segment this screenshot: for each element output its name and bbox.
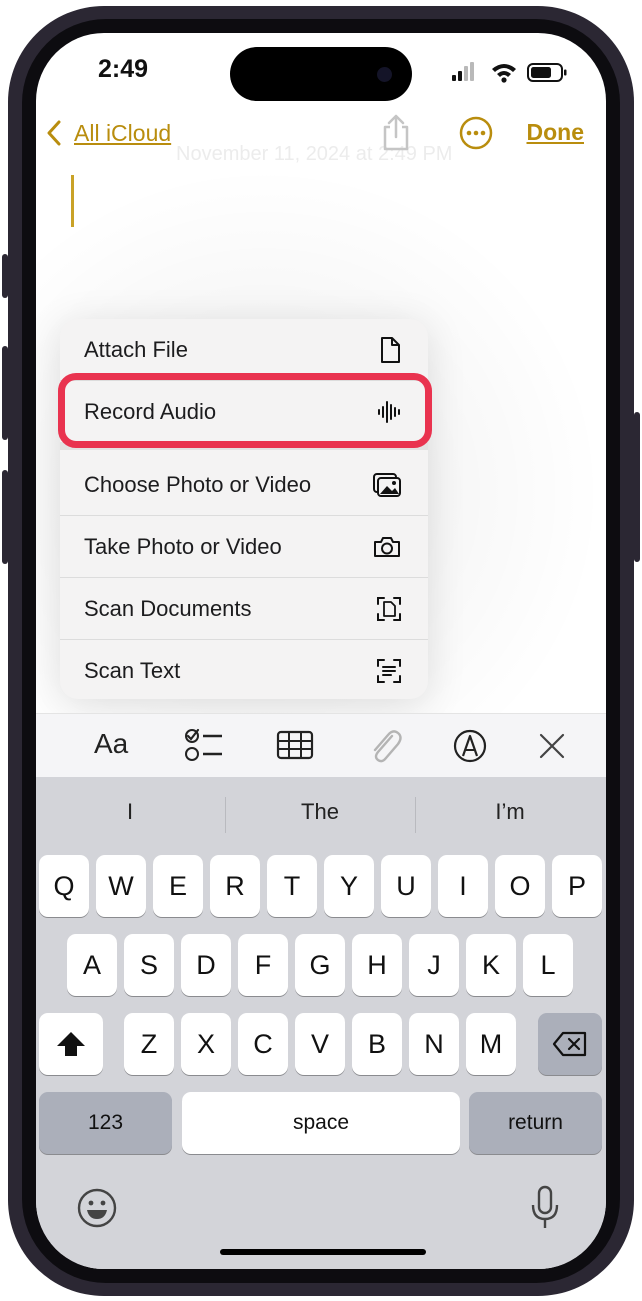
menu-item-label: Scan Documents bbox=[84, 595, 252, 621]
dynamic-island bbox=[230, 47, 412, 101]
record-audio-highlight bbox=[58, 373, 432, 448]
paperclip-icon[interactable] bbox=[366, 726, 402, 764]
doc-scan-icon bbox=[377, 596, 401, 621]
key-g[interactable]: G bbox=[295, 934, 345, 996]
return-key[interactable]: return bbox=[469, 1092, 602, 1154]
table-icon[interactable] bbox=[276, 730, 314, 760]
delete-key[interactable] bbox=[538, 1013, 602, 1075]
keyboard: I The I’m Q W E R T Y U I O P A S D F G … bbox=[36, 777, 606, 1269]
battery-icon bbox=[527, 63, 567, 82]
format-text-button[interactable]: Aa bbox=[94, 728, 128, 760]
menu-item-label: Take Photo or Video bbox=[84, 533, 282, 559]
suggestion-3[interactable]: I’m bbox=[416, 799, 604, 825]
more-icon[interactable] bbox=[458, 115, 494, 151]
key-r[interactable]: R bbox=[210, 855, 260, 917]
volume-down-button bbox=[2, 470, 8, 564]
key-a[interactable]: A bbox=[67, 934, 117, 996]
menu-item-label: Choose Photo or Video bbox=[84, 471, 312, 497]
key-x[interactable]: X bbox=[181, 1013, 231, 1075]
shift-icon bbox=[57, 1032, 85, 1056]
status-bar: 2:49 bbox=[36, 33, 606, 103]
key-n[interactable]: N bbox=[409, 1013, 459, 1075]
key-w[interactable]: W bbox=[96, 855, 146, 917]
key-j[interactable]: J bbox=[409, 934, 459, 996]
key-e[interactable]: E bbox=[153, 855, 203, 917]
back-label: All iCloud bbox=[74, 119, 172, 146]
status-time: 2:49 bbox=[98, 55, 149, 83]
doc-icon bbox=[381, 336, 400, 363]
key-k[interactable]: K bbox=[466, 934, 516, 996]
volume-up-button bbox=[2, 346, 8, 440]
checklist-icon[interactable] bbox=[184, 728, 224, 762]
key-s[interactable]: S bbox=[124, 934, 174, 996]
chevron-left-icon bbox=[47, 120, 61, 146]
key-p[interactable]: P bbox=[552, 855, 602, 917]
numbers-key[interactable]: 123 bbox=[39, 1092, 172, 1154]
camera-dot bbox=[377, 67, 392, 82]
home-indicator bbox=[220, 1249, 426, 1255]
key-m[interactable]: M bbox=[466, 1013, 516, 1075]
wifi-icon bbox=[492, 64, 516, 83]
key-u[interactable]: U bbox=[381, 855, 431, 917]
cellular-icon bbox=[452, 62, 474, 81]
suggestion-1[interactable]: I bbox=[36, 799, 224, 825]
status-icons bbox=[452, 62, 567, 83]
format-toolbar: Aa bbox=[36, 713, 606, 778]
done-button[interactable]: Done bbox=[527, 119, 585, 146]
menu-item-label: Attach File bbox=[84, 336, 188, 362]
shift-key[interactable] bbox=[39, 1013, 103, 1075]
key-y[interactable]: Y bbox=[324, 855, 374, 917]
key-b[interactable]: B bbox=[352, 1013, 402, 1075]
photos-icon bbox=[373, 472, 401, 497]
menu-item-label: Scan Text bbox=[84, 657, 181, 683]
screen: 2:49 All iCloud Done November 11, 2024 a… bbox=[36, 33, 606, 1269]
key-h[interactable]: H bbox=[352, 934, 402, 996]
action-button bbox=[2, 254, 8, 298]
power-button bbox=[634, 412, 640, 562]
menu-item-attach-file[interactable]: Attach File bbox=[60, 319, 428, 380]
menu-item-choose-photo[interactable]: Choose Photo or Video bbox=[60, 454, 428, 515]
menu-item-scan-text[interactable]: Scan Text bbox=[60, 640, 428, 699]
close-icon[interactable] bbox=[538, 732, 566, 760]
key-f[interactable]: F bbox=[238, 934, 288, 996]
backspace-icon bbox=[552, 1031, 587, 1057]
key-q[interactable]: Q bbox=[39, 855, 89, 917]
key-t[interactable]: T bbox=[267, 855, 317, 917]
key-i[interactable]: I bbox=[438, 855, 488, 917]
emoji-icon[interactable] bbox=[76, 1187, 118, 1229]
menu-item-take-photo[interactable]: Take Photo or Video bbox=[60, 516, 428, 577]
key-v[interactable]: V bbox=[295, 1013, 345, 1075]
text-scan-icon bbox=[377, 658, 401, 683]
camera-icon bbox=[374, 536, 400, 557]
key-l[interactable]: L bbox=[523, 934, 573, 996]
space-key[interactable]: space bbox=[182, 1092, 460, 1154]
key-d[interactable]: D bbox=[181, 934, 231, 996]
microphone-icon[interactable] bbox=[530, 1185, 560, 1231]
key-z[interactable]: Z bbox=[124, 1013, 174, 1075]
key-o[interactable]: O bbox=[495, 855, 545, 917]
markup-icon[interactable] bbox=[452, 728, 488, 764]
suggestion-2[interactable]: The bbox=[226, 799, 414, 825]
back-button[interactable]: All iCloud bbox=[46, 119, 171, 147]
key-c[interactable]: C bbox=[238, 1013, 288, 1075]
menu-item-scan-documents[interactable]: Scan Documents bbox=[60, 578, 428, 639]
